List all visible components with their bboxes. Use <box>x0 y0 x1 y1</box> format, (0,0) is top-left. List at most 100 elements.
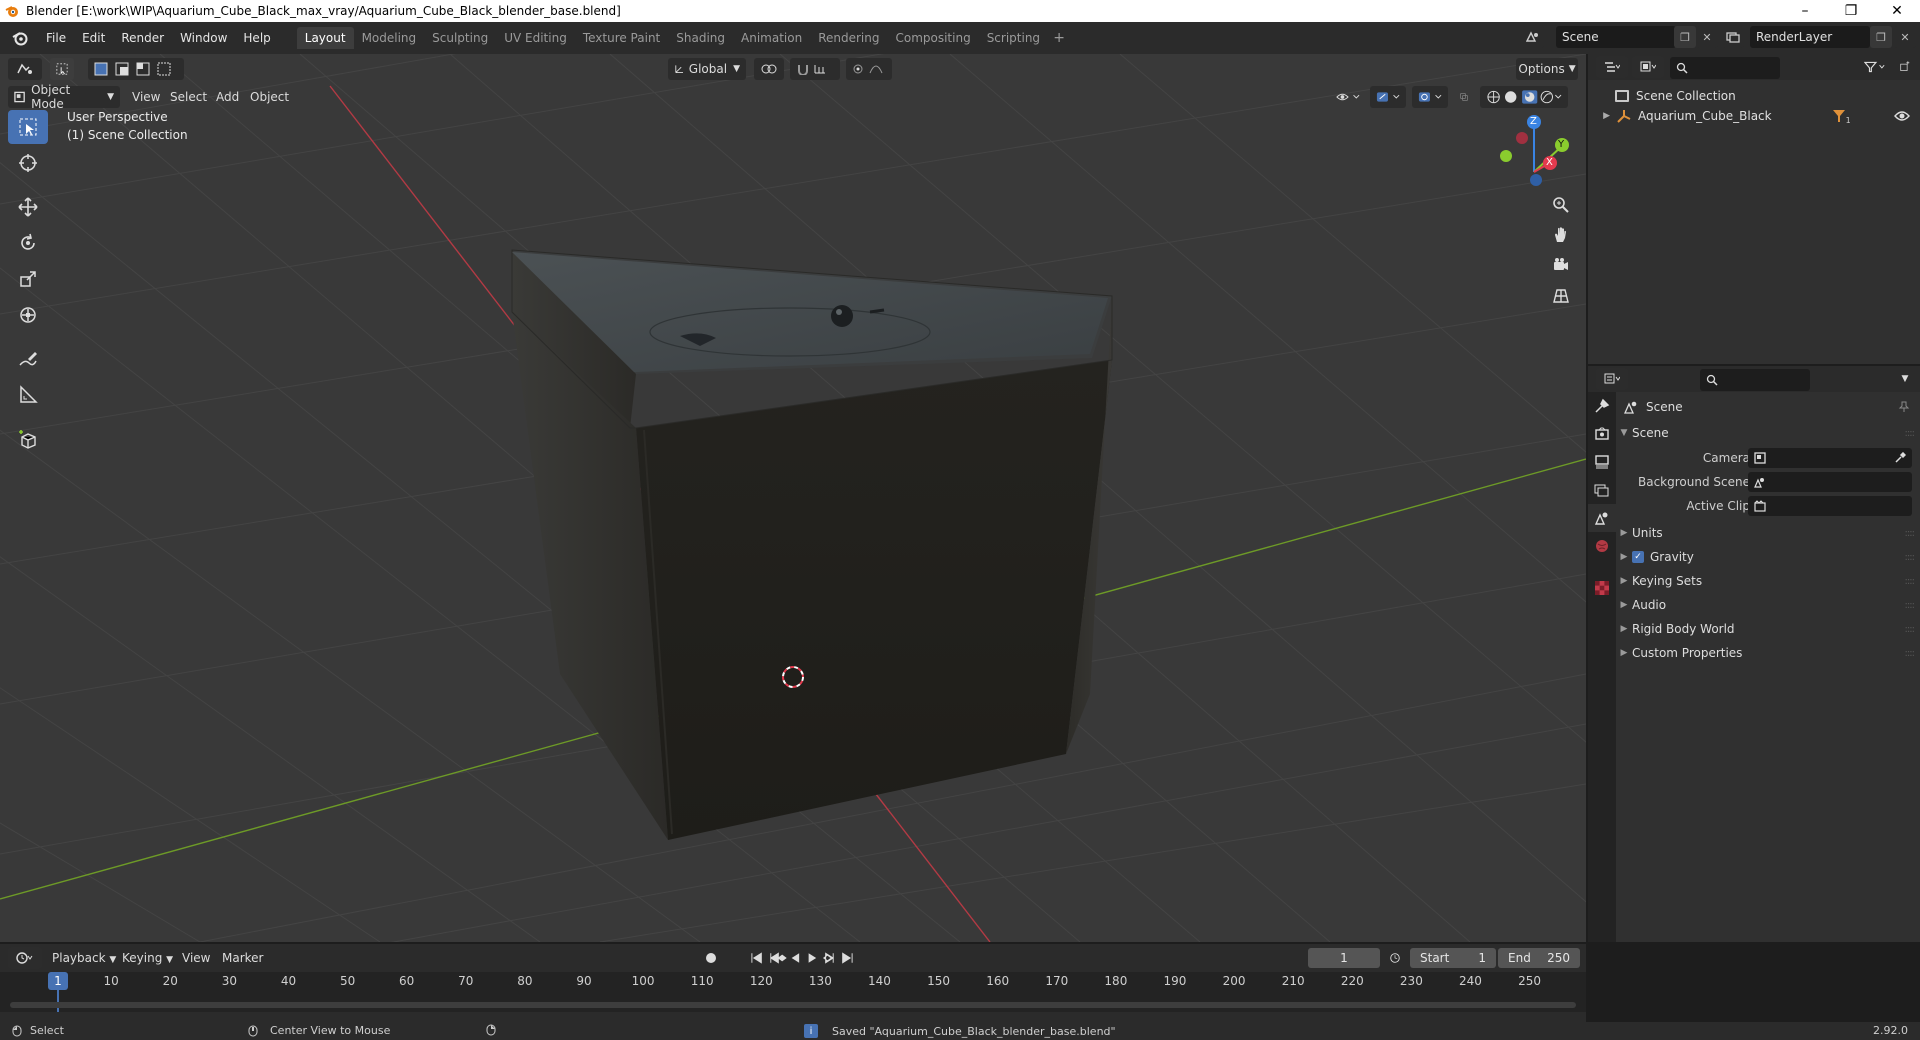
timeline-menu-marker[interactable]: Marker <box>216 947 269 969</box>
select-box-tool-icon[interactable] <box>8 110 48 144</box>
panel-header-keying-sets[interactable]: ▶ Keying Sets :::: <box>1616 570 1920 592</box>
panel-grip-icon[interactable]: :::: <box>1905 528 1916 539</box>
transform-orientation-dropdown[interactable]: Global ▼ <box>668 58 746 80</box>
mode-dropdown[interactable]: Object Mode ▼ <box>8 83 120 111</box>
end-frame-field[interactable]: End 250 <box>1498 948 1580 968</box>
eye-visibility-icon[interactable] <box>1894 110 1910 122</box>
delete-scene-icon[interactable]: ✕ <box>1696 26 1718 48</box>
editor-type-icon[interactable] <box>8 58 42 80</box>
panel-header-units[interactable]: ▶ Units :::: <box>1616 522 1920 544</box>
select-mode-buttons[interactable] <box>88 58 184 80</box>
background-scene-field[interactable] <box>1748 472 1912 492</box>
tab-shading[interactable]: Shading <box>668 27 733 49</box>
expand-arrow-icon[interactable]: ▶ <box>1588 111 1616 121</box>
outliner-row-scene-collection[interactable]: Scene Collection <box>1588 86 1920 106</box>
timeline-menu-keying[interactable]: Keying ▼ <box>116 947 179 969</box>
panel-grip-icon[interactable]: :::: <box>1905 552 1916 563</box>
playback-controls[interactable] <box>744 947 860 969</box>
view-layer-tab-icon[interactable] <box>1588 476 1616 504</box>
viewport-menu-select[interactable]: Select <box>164 86 213 108</box>
panel-grip-icon[interactable]: :::: <box>1905 648 1916 659</box>
pivot-point-icon[interactable] <box>754 58 784 80</box>
minimize-button[interactable]: – <box>1782 0 1828 22</box>
outliner-editor-type-icon[interactable] <box>1596 56 1628 78</box>
menu-file[interactable]: File <box>38 27 74 49</box>
tab-compositing[interactable]: Compositing <box>887 27 978 49</box>
scene-name-field[interactable]: Scene <box>1556 26 1676 48</box>
tab-sculpting[interactable]: Sculpting <box>424 27 496 49</box>
world-tab-icon[interactable] <box>1588 532 1616 560</box>
filter-icon[interactable] <box>1858 56 1892 78</box>
tab-layout[interactable]: Layout <box>296 27 354 49</box>
panel-header-scene[interactable]: ▼ Scene :::: <box>1616 422 1920 444</box>
active-clip-field[interactable] <box>1748 496 1912 516</box>
overlays-toggle-icon[interactable] <box>1412 86 1448 108</box>
new-view-layer-icon[interactable]: ❐ <box>1870 26 1892 48</box>
menu-edit[interactable]: Edit <box>74 27 113 49</box>
properties-search-input[interactable] <box>1700 369 1810 391</box>
blender-menu-icon[interactable] <box>8 26 32 50</box>
panel-grip-icon[interactable]: :::: <box>1905 600 1916 611</box>
view-layer-icon[interactable] <box>1722 26 1744 48</box>
camera-view-icon[interactable] <box>1548 252 1574 278</box>
add-workspace-button[interactable]: + <box>1048 27 1070 49</box>
tab-uv-editing[interactable]: UV Editing <box>496 27 575 49</box>
xray-toggle-icon[interactable] <box>1454 86 1474 108</box>
timeline-editor-type-icon[interactable] <box>8 947 42 969</box>
visibility-selectability-icon[interactable] <box>1330 86 1366 108</box>
render-tab-icon[interactable] <box>1588 420 1616 448</box>
tab-texture-paint[interactable]: Texture Paint <box>575 27 668 49</box>
scene-tab-icon[interactable] <box>1588 504 1616 532</box>
timeline-ruler[interactable]: 1 10 20 30 40 50 60 70 80 90 100 110 120 130 140 150 160… <box>0 972 1586 1012</box>
start-frame-field[interactable]: Start 1 <box>1410 948 1496 968</box>
current-frame-field[interactable]: 1 <box>1308 948 1380 968</box>
proportional-editing-icon[interactable] <box>846 58 892 80</box>
gizmos-toggle-icon[interactable] <box>1370 86 1406 108</box>
select-tool-icon[interactable] <box>50 58 74 80</box>
panel-header-gravity[interactable]: ▶ ✓ Gravity :::: <box>1616 546 1920 568</box>
add-cube-tool-icon[interactable] <box>8 422 48 456</box>
properties-editor-type-icon[interactable] <box>1596 368 1628 390</box>
orthographic-toggle-icon[interactable] <box>1548 282 1574 308</box>
menu-window[interactable]: Window <box>172 27 235 49</box>
panel-grip-icon[interactable]: :::: <box>1905 428 1916 439</box>
tab-scripting[interactable]: Scripting <box>979 27 1048 49</box>
rotate-tool-icon[interactable] <box>8 226 48 260</box>
menu-render[interactable]: Render <box>113 27 172 49</box>
scale-tool-icon[interactable] <box>8 262 48 296</box>
timeline-menu-view[interactable]: View <box>176 947 216 969</box>
timeline-menu-playback[interactable]: Playback ▼ <box>46 947 122 969</box>
new-collection-icon[interactable] <box>1894 56 1916 78</box>
shading-mode-buttons[interactable] <box>1480 86 1568 108</box>
transform-tool-icon[interactable] <box>8 298 48 332</box>
tool-tab-icon[interactable] <box>1588 392 1616 420</box>
cursor-tool-icon[interactable] <box>8 146 48 180</box>
clock-icon[interactable] <box>1384 947 1406 969</box>
gravity-checkbox[interactable]: ✓ <box>1632 551 1644 563</box>
pin-icon[interactable] <box>1898 401 1910 413</box>
tab-animation[interactable]: Animation <box>733 27 810 49</box>
status-report[interactable]: i Saved "Aquarium_Cube_Black_blender_bas… <box>804 1024 1116 1038</box>
delete-view-layer-icon[interactable]: ✕ <box>1894 26 1916 48</box>
move-tool-icon[interactable] <box>8 190 48 224</box>
tab-modeling[interactable]: Modeling <box>354 27 425 49</box>
close-button[interactable]: ✕ <box>1874 0 1920 22</box>
panel-grip-icon[interactable]: :::: <box>1905 624 1916 635</box>
viewport-menu-add[interactable]: Add <box>210 86 245 108</box>
auto-keying-record-icon[interactable] <box>698 947 724 969</box>
maximize-button[interactable]: ❐ <box>1828 0 1874 22</box>
timeline-scrollbar[interactable] <box>10 1002 1576 1008</box>
chevron-down-icon[interactable]: ▼ <box>1894 368 1916 390</box>
camera-field[interactable] <box>1748 448 1912 468</box>
zoom-view-icon[interactable] <box>1548 192 1574 218</box>
panel-header-custom-properties[interactable]: ▶ Custom Properties :::: <box>1616 642 1920 664</box>
scene-selector-icon[interactable] <box>1522 26 1544 48</box>
panel-header-rigid-body-world[interactable]: ▶ Rigid Body World :::: <box>1616 618 1920 640</box>
pan-view-icon[interactable] <box>1548 222 1574 248</box>
viewport-menu-object[interactable]: Object <box>244 86 295 108</box>
menu-help[interactable]: Help <box>235 27 278 49</box>
outliner-search-input[interactable] <box>1670 57 1780 79</box>
snap-toggle-icon[interactable] <box>790 58 840 80</box>
annotate-tool-icon[interactable] <box>8 342 48 376</box>
measure-tool-icon[interactable] <box>8 378 48 412</box>
